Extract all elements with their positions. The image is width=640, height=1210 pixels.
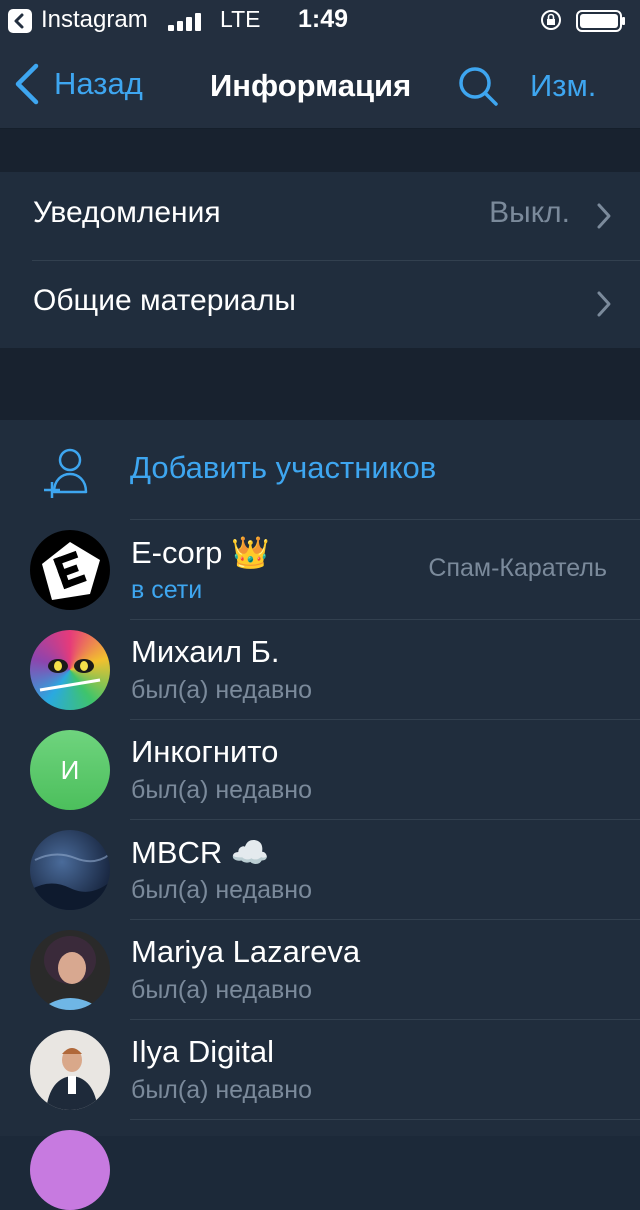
member-role: Спам-Каратель bbox=[428, 554, 607, 582]
avatar bbox=[30, 530, 110, 610]
member-row[interactable]: E-corp 👑 в сети Спам-Каратель bbox=[0, 520, 640, 620]
shared-media-label: Общие материалы bbox=[33, 284, 296, 317]
avatar bbox=[30, 1130, 110, 1210]
member-status: был(а) недавно bbox=[131, 976, 313, 1004]
chevron-right-icon bbox=[597, 291, 611, 317]
member-row[interactable]: Ilya Digital был(а) недавно bbox=[0, 1020, 640, 1120]
cloud-icon: ☁️ bbox=[230, 835, 270, 871]
member-row[interactable]: MBCR ☁️ был(а) недавно bbox=[0, 820, 640, 920]
add-user-icon bbox=[44, 448, 88, 498]
avatar: И bbox=[30, 730, 110, 810]
member-status: был(а) недавно bbox=[131, 776, 313, 804]
crown-icon: 👑 bbox=[230, 535, 270, 571]
status-bar: Instagram LTE 1:49 bbox=[0, 0, 640, 40]
member-name: Михаил Б. bbox=[131, 634, 280, 669]
member-name: Mariya Lazareva bbox=[131, 934, 361, 969]
navigation-bar: Назад Информация Изм. bbox=[0, 40, 640, 129]
add-members-label: Добавить участников bbox=[130, 450, 437, 485]
page-title: Информация bbox=[210, 68, 412, 103]
avatar-initial: И bbox=[60, 754, 80, 785]
member-status: был(а) недавно bbox=[131, 1076, 313, 1104]
network-type: LTE bbox=[220, 6, 261, 32]
status-app-name[interactable]: Instagram bbox=[41, 6, 148, 34]
member-name: E-corp 👑 bbox=[131, 535, 270, 571]
add-members-button[interactable]: Добавить участников bbox=[0, 420, 640, 520]
avatar bbox=[30, 830, 110, 910]
rotation-lock-icon bbox=[541, 10, 561, 30]
member-name: Инкогнито bbox=[131, 734, 279, 769]
back-button-label: Назад bbox=[54, 66, 143, 101]
edit-button[interactable]: Изм. bbox=[530, 68, 596, 104]
battery-icon bbox=[576, 10, 625, 32]
member-status: был(а) недавно bbox=[131, 676, 313, 704]
avatar bbox=[30, 930, 110, 1010]
notifications-value: Выкл. bbox=[489, 196, 570, 229]
divider bbox=[130, 1119, 640, 1120]
member-row[interactable]: И Инкогнито был(а) недавно bbox=[0, 720, 640, 820]
member-status: был(а) недавно bbox=[131, 876, 313, 904]
settings-section: Уведомления Выкл. Общие материалы bbox=[0, 172, 640, 348]
avatar bbox=[30, 1030, 110, 1110]
back-to-app-icon[interactable] bbox=[8, 9, 32, 33]
member-name: MBCR ☁️ bbox=[131, 835, 270, 871]
back-button[interactable]: Назад bbox=[12, 62, 143, 106]
search-icon[interactable] bbox=[456, 64, 500, 108]
member-name: Ilya Digital bbox=[131, 1034, 274, 1069]
section-spacer bbox=[0, 348, 640, 420]
clock: 1:49 bbox=[298, 5, 349, 33]
member-status: в сети bbox=[131, 576, 203, 604]
member-row[interactable]: Mariya Lazareva был(а) недавно bbox=[0, 920, 640, 1020]
avatar bbox=[30, 630, 110, 710]
chevron-right-icon bbox=[597, 203, 611, 229]
section-spacer bbox=[0, 129, 640, 172]
notifications-label: Уведомления bbox=[33, 196, 221, 229]
shared-media-row[interactable]: Общие материалы bbox=[0, 260, 640, 348]
signal-icon bbox=[168, 11, 212, 31]
member-row[interactable]: Михаил Б. был(а) недавно bbox=[0, 620, 640, 720]
chevron-left-icon bbox=[15, 63, 39, 105]
notifications-row[interactable]: Уведомления Выкл. bbox=[0, 172, 640, 260]
